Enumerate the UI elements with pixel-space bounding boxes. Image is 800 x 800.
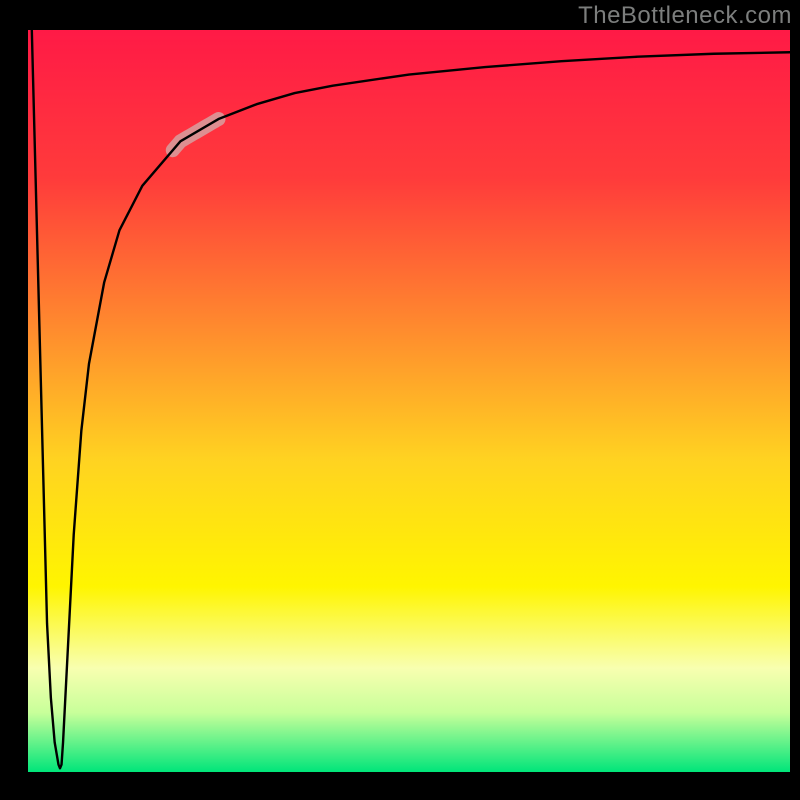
plot-background [28,30,790,772]
bottleneck-chart [0,0,800,800]
chart-stage: TheBottleneck.com [0,0,800,800]
watermark-label: TheBottleneck.com [578,2,792,30]
